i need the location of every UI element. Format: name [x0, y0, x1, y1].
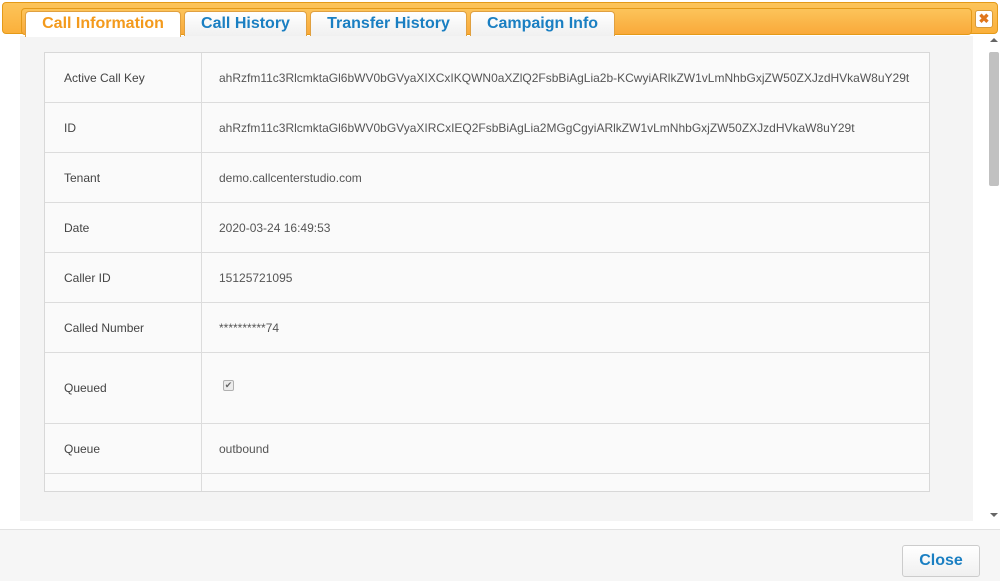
row-value: ahRzfm11c3RlcmktaGl6bWV0bGVyaXIRCxIEQ2Fs… — [219, 120, 855, 135]
table-row: Caller ID 15125721095 — [45, 253, 929, 303]
tab-call-information[interactable]: Call Information — [25, 11, 181, 37]
row-label: Active Call Key — [45, 53, 202, 102]
row-label: Date — [45, 203, 202, 252]
scroll-up-icon[interactable] — [990, 38, 998, 42]
row-value: demo.callcenterstudio.com — [219, 170, 362, 185]
tab-call-history[interactable]: Call History — [184, 11, 307, 36]
close-icon[interactable]: ✖ — [975, 10, 993, 28]
row-value: outbound — [219, 441, 270, 456]
row-label: Tenant — [45, 153, 202, 202]
tab-transfer-history[interactable]: Transfer History — [310, 11, 467, 36]
row-value: **********74 — [219, 320, 280, 335]
row-label: Queue — [45, 424, 202, 473]
row-label: Called Number — [45, 303, 202, 352]
table-row: ID ahRzfm11c3RlcmktaGl6bWV0bGVyaXIRCxIEQ… — [45, 103, 929, 153]
table-row: Tenant demo.callcenterstudio.com — [45, 153, 929, 203]
scroll-down-icon[interactable] — [990, 513, 998, 517]
row-value: 15125721095 — [219, 270, 293, 285]
tab-campaign-info[interactable]: Campaign Info — [470, 11, 615, 36]
table-row: Active Call Key ahRzfm11c3RlcmktaGl6bWV0… — [45, 53, 929, 103]
table-row: Called Number **********74 — [45, 303, 929, 353]
vertical-scrollbar[interactable] — [988, 36, 1000, 521]
row-label — [45, 474, 202, 491]
tab-bar: Call Information Call History Transfer H… — [21, 8, 972, 37]
table-row: Date 2020-03-24 16:49:53 — [45, 203, 929, 253]
close-button[interactable]: Close — [902, 545, 980, 577]
scroll-thumb[interactable] — [989, 52, 999, 186]
row-value: 2020-03-24 16:49:53 — [219, 220, 331, 235]
row-label: Caller ID — [45, 253, 202, 302]
call-info-table: Active Call Key ahRzfm11c3RlcmktaGl6bWV0… — [44, 52, 930, 492]
call-details-dialog: ✖ Call Information Call History Transfer… — [0, 0, 1000, 581]
table-row: Queue outbound — [45, 424, 929, 474]
row-value — [202, 474, 929, 491]
row-value: ahRzfm11c3RlcmktaGl6bWV0bGVyaXIXCxIKQWN0… — [219, 70, 910, 85]
table-row — [45, 474, 929, 491]
table-row: Queued ✔ — [45, 353, 929, 424]
dialog-footer: Close — [0, 529, 1000, 581]
row-label: ID — [45, 103, 202, 152]
queued-checkbox[interactable]: ✔ — [223, 379, 234, 391]
row-label: Queued — [45, 353, 202, 423]
row-value: ✔ — [202, 353, 929, 423]
